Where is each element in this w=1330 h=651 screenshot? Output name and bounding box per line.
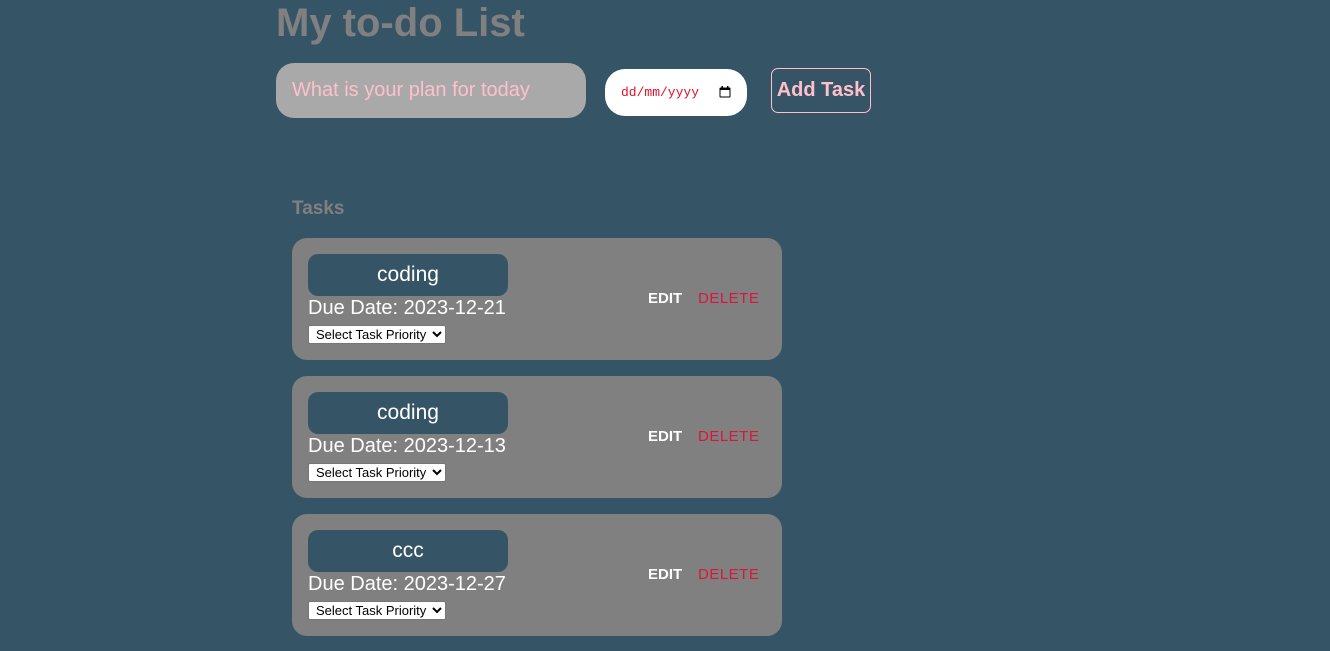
task-due-date: Due Date: 2023-12-27 bbox=[308, 573, 506, 595]
task-card: coding Due Date: 2023-12-21 Select Task … bbox=[292, 238, 782, 360]
delete-button[interactable]: DELETE bbox=[698, 566, 759, 583]
due-date-input[interactable]: dd/mm/yyyy bbox=[605, 69, 747, 116]
add-task-button[interactable]: Add Task bbox=[771, 68, 871, 113]
task-name: coding bbox=[308, 392, 508, 434]
task-card: coding Due Date: 2023-12-13 Select Task … bbox=[292, 376, 782, 498]
task-due-date: Due Date: 2023-12-21 bbox=[308, 297, 506, 319]
date-placeholder: dd/mm/yyyy bbox=[621, 85, 700, 100]
page-title: My to-do List bbox=[276, 1, 525, 45]
edit-button[interactable]: EDIT bbox=[648, 566, 682, 583]
task-priority-select[interactable]: Select Task Priority bbox=[308, 325, 446, 344]
task-name: ccc bbox=[308, 530, 508, 572]
tasks-heading: Tasks bbox=[292, 198, 345, 219]
edit-button[interactable]: EDIT bbox=[648, 290, 682, 307]
task-priority-select[interactable]: Select Task Priority bbox=[308, 463, 446, 482]
task-name: coding bbox=[308, 254, 508, 296]
task-due-date: Due Date: 2023-12-13 bbox=[308, 435, 506, 457]
task-input[interactable] bbox=[276, 63, 586, 118]
task-card: ccc Due Date: 2023-12-27 Select Task Pri… bbox=[292, 514, 782, 636]
task-priority-select[interactable]: Select Task Priority bbox=[308, 601, 446, 620]
edit-button[interactable]: EDIT bbox=[648, 428, 682, 445]
todo-page: My to-do List dd/mm/yyyy Add Task Tasks … bbox=[0, 0, 1330, 651]
delete-button[interactable]: DELETE bbox=[698, 428, 759, 445]
calendar-icon[interactable] bbox=[719, 86, 731, 98]
delete-button[interactable]: DELETE bbox=[698, 290, 759, 307]
